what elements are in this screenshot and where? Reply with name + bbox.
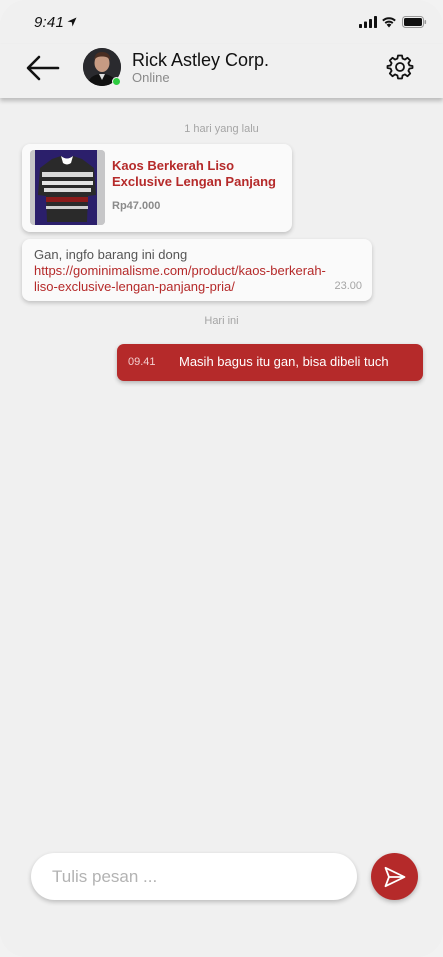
gear-icon (386, 54, 414, 80)
message-text: Gan, ingfo barang ini dong (34, 247, 188, 262)
signal-icon (359, 16, 377, 28)
product-image (30, 150, 105, 225)
date-divider-yesterday: 1 hari yang lalu (184, 123, 259, 135)
back-button[interactable] (24, 54, 62, 82)
date-divider-today: Hari ini (204, 315, 239, 327)
battery-icon (402, 16, 427, 28)
chat-screen: 9:41 Rick Astley Corp. Online 1 hari yan… (0, 0, 443, 957)
product-title: Kaos Berkerah Liso Exclusive Lengan Panj… (112, 158, 276, 189)
product-link[interactable]: https://gominimalisme.com/product/kaos-b… (34, 263, 326, 295)
status-time: 9:41 (34, 14, 64, 31)
product-card[interactable]: Kaos Berkerah Liso Exclusive Lengan Panj… (22, 144, 292, 232)
contact-name: Rick Astley Corp. (132, 50, 270, 70)
send-icon (384, 866, 406, 888)
arrow-left-icon (26, 55, 60, 81)
online-indicator (112, 77, 121, 86)
message-time: 23.00 (334, 280, 362, 292)
send-button[interactable] (371, 853, 418, 900)
message-input[interactable] (31, 853, 357, 900)
contact-status: Online (132, 70, 170, 85)
message-text: Masih bagus itu gan, bisa dibeli tuch (179, 354, 389, 369)
status-bar: 9:41 (0, 0, 443, 44)
message-time: 09.41 (128, 356, 156, 368)
chat-header: Rick Astley Corp. Online (0, 44, 443, 98)
product-price: Rp47.000 (112, 200, 161, 212)
incoming-message: Gan, ingfo barang ini dong https://gomin… (22, 239, 372, 301)
location-arrow-icon (67, 17, 77, 27)
outgoing-message: 09.41 Masih bagus itu gan, bisa dibeli t… (117, 344, 423, 381)
settings-button[interactable] (386, 53, 414, 81)
wifi-icon (382, 17, 396, 28)
